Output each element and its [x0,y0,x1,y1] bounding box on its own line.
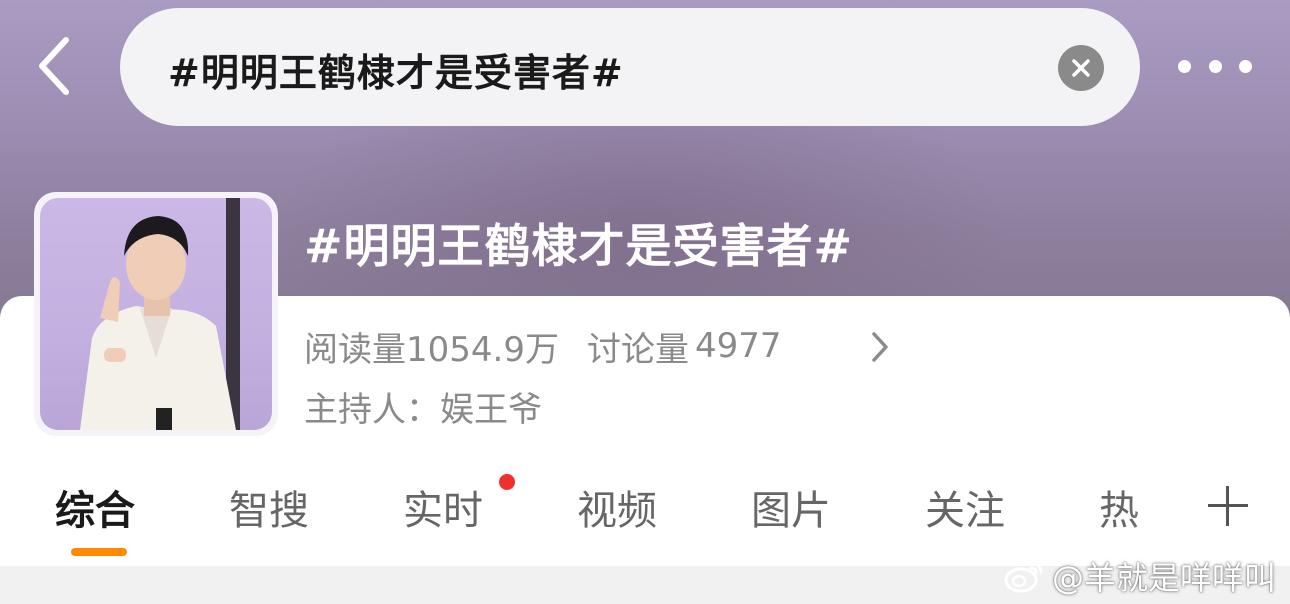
person-photo-illustration [80,198,240,430]
discussions-value: 4977 [694,326,782,366]
reads-label: 阅读量 [304,329,406,370]
new-badge-dot [499,474,515,490]
more-dot-icon [1208,59,1222,73]
chevron-left-icon [39,37,69,95]
close-icon [1072,59,1090,77]
topic-avatar[interactable] [34,192,278,436]
reads-value: 1054.9万 [406,329,559,370]
topic-host: 主持人：娱王爷 [304,382,542,431]
host-label: 主持人： [304,390,440,430]
tab-following[interactable]: 关注 [925,478,1005,536]
avatar-photo [40,198,272,430]
topic-title: #明明王鹤棣才是受害者# [304,219,854,273]
more-options-button[interactable] [1178,48,1252,84]
weibo-watermark: @羊就是咩咩叫 [1004,554,1276,598]
back-button[interactable] [28,36,78,96]
topic-stats[interactable]: 阅读量 1054.9万 讨论量 4977 [304,324,782,370]
clear-search-button[interactable] [1058,45,1104,91]
tab-scroll-fade [1130,470,1190,540]
tab-smart-search[interactable]: 智搜 [229,478,309,536]
search-input[interactable]: #明明王鹤棣才是受害者# [120,8,1140,126]
weibo-logo-icon [1004,561,1043,593]
active-tab-indicator [71,548,127,556]
more-dot-icon [1178,59,1191,73]
search-query-text: #明明王鹤棣才是受害者# [168,51,624,95]
watermark-text: @羊就是咩咩叫 [1051,559,1276,597]
tab-images[interactable]: 图片 [751,478,831,536]
tab-realtime[interactable]: 实时 [403,478,483,536]
chevron-right-icon[interactable] [868,330,892,364]
tab-video[interactable]: 视频 [577,478,657,536]
host-name[interactable]: 娱王爷 [440,390,542,430]
add-tab-button[interactable] [1208,486,1248,526]
more-dot-icon [1239,59,1252,73]
tab-comprehensive[interactable]: 综合 [55,478,135,536]
discussions-label: 讨论量 [586,329,689,370]
